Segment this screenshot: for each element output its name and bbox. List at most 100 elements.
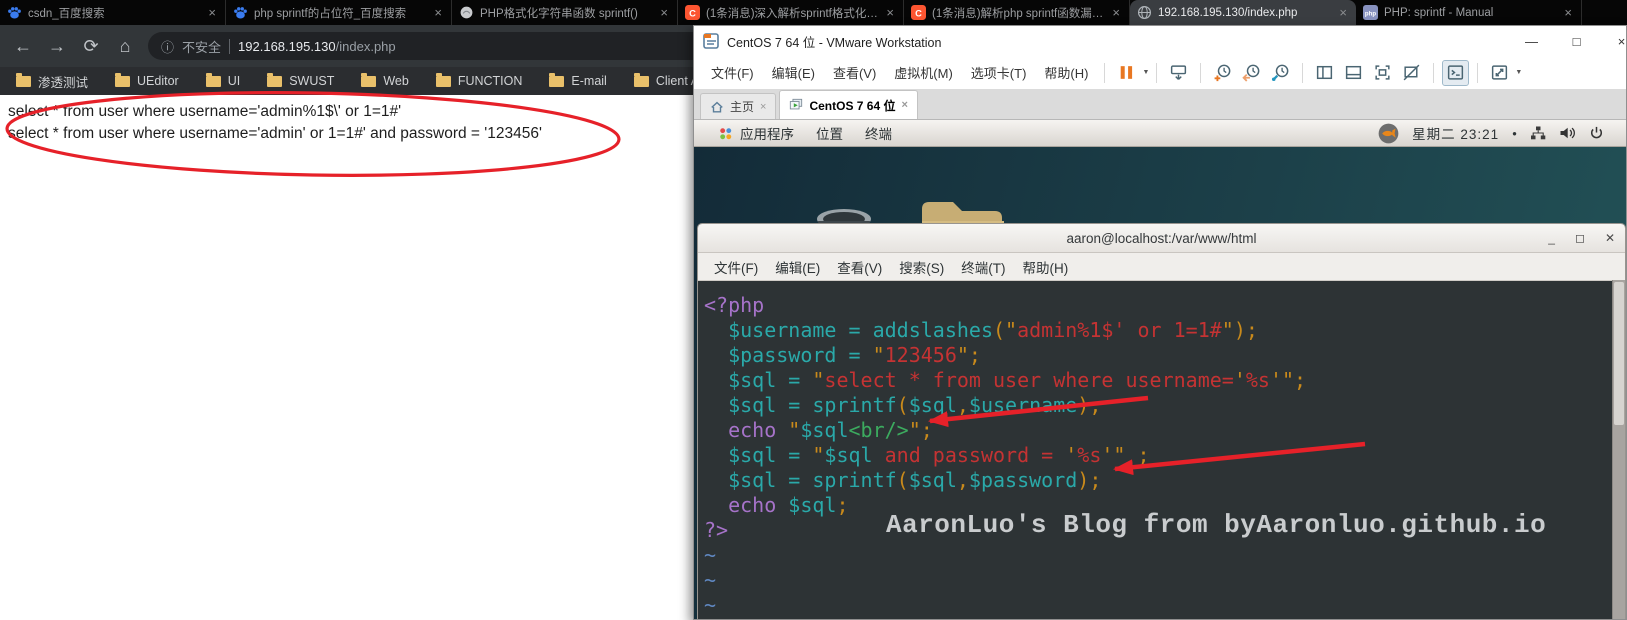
snap-revert-icon[interactable] [1239,61,1264,85]
vmware-tab[interactable]: CentOS 7 64 位 × [779,90,917,119]
vim-watermark: AaronLuo's Blog from byAaronluo.github.i… [886,510,1546,540]
bookmark-item[interactable]: E-mail [549,74,606,88]
gnome-panel-menus: 应用程序 位置 终端 [694,123,892,143]
vmware-close-button[interactable]: × [1599,26,1627,56]
tab-close-icon[interactable]: × [1337,5,1349,20]
bookmark-item[interactable]: 渗透测试 [16,72,88,91]
bookmark-label: Web [383,74,408,88]
browser-tab[interactable]: csdn_百度搜索 × [0,0,226,25]
browser-tab[interactable]: phpPHP: sprintf - Manual× [1356,0,1582,25]
vmware-window: CentOS 7 64 位 - VMware Workstation —□× 文… [693,25,1627,620]
power-icon[interactable] [1589,125,1604,141]
tab-close-icon[interactable]: × [760,101,766,113]
vmware-menubar: 文件(F)编辑(E)查看(V)虚拟机(M)选项卡(T)帮助(H) ▼ ▼ [694,56,1626,89]
pane-left-icon[interactable] [1312,61,1337,85]
toolbar-separator [1200,63,1201,83]
terminal-content: <?php $username = addslashes("admin%1$' … [698,280,1613,619]
vim-tilde: ~ [704,568,1613,593]
browser-tab[interactable]: PHP格式化字符串函数 sprintf()× [452,0,678,25]
bookmark-item[interactable]: Web [361,74,408,88]
bookmark-item[interactable]: UEditor [115,74,179,88]
tab-close-icon[interactable]: × [206,5,218,20]
terminal-window-controls: _ ◻ ✕ [1548,224,1615,252]
terminal-scrollbar[interactable] [1612,280,1625,619]
tab-close-icon[interactable]: × [1110,5,1122,20]
send-cad-icon[interactable] [1166,61,1191,85]
reload-icon[interactable]: ⟳ [74,36,108,57]
snap-manage-icon[interactable] [1268,61,1293,85]
fish-applet-icon[interactable] [1378,123,1399,144]
terminal-menu-item[interactable]: 帮助(H) [1023,257,1069,277]
toolbar-separator [1302,63,1303,83]
bookmark-folder-icon [267,76,282,87]
tab-close-icon[interactable]: × [658,5,670,20]
forward-icon[interactable]: → [40,36,74,57]
bookmark-item[interactable]: SWUST [267,74,334,88]
terminal-menu-item[interactable]: 搜索(S) [899,257,944,277]
fullscreen-icon[interactable] [1370,61,1395,85]
notification-dot-icon: ● [1512,129,1517,138]
svg-text:C: C [915,8,922,18]
gnome-menu-terminal[interactable]: 终端 [865,123,892,143]
terminal-window: aaron@localhost:/var/www/html _◻✕ 文件(F)编… [697,223,1626,619]
tab-title: csdn_百度搜索 [28,5,200,21]
unity-icon[interactable] [1399,61,1424,85]
browser-tab[interactable]: C(1条消息)解析php sprintf函数漏…× [904,0,1130,25]
dropdown-caret-icon[interactable]: ▼ [1142,69,1149,76]
toolbar-separator [1433,63,1434,83]
code-line: $sql = sprintf($sql,$password); [704,468,1613,493]
vmware-maximize-button[interactable]: □ [1554,26,1599,56]
vmware-menu-item[interactable]: 选项卡(T) [962,59,1036,86]
vmware-tab-label: CentOS 7 64 位 [809,97,895,114]
fit-icon[interactable] [1487,61,1512,85]
browser-tab[interactable]: C(1条消息)深入解析sprintf格式化…× [678,0,904,25]
terminal-titlebar[interactable]: aaron@localhost:/var/www/html _◻✕ [698,224,1625,253]
bookmark-item[interactable]: UI [206,74,241,88]
browser-tab-strip: csdn_百度搜索×php sprintf的占位符_百度搜索×PHP格式化字符串… [0,0,1627,25]
gnome-menu-places[interactable]: 位置 [816,123,843,143]
tab-close-icon[interactable]: × [884,5,896,20]
vmware-menu-item[interactable]: 查看(V) [824,59,885,86]
snap-take-icon[interactable] [1210,61,1235,85]
bookmark-folder-icon [634,76,649,87]
tab-close-icon[interactable]: × [901,99,907,111]
browser-nav-buttons: ←→⟳⌂ [0,36,142,57]
console-icon[interactable] [1443,61,1468,85]
panel-clock[interactable]: 星期二 23:21 [1412,123,1499,143]
bookmark-item[interactable]: FUNCTION [436,74,523,88]
vmware-menu-item[interactable]: 编辑(E) [763,59,824,86]
vmware-menu-item[interactable]: 帮助(H) [1035,59,1097,86]
vmware-minimize-button[interactable]: — [1509,26,1554,56]
code-line: $sql = "$sql and password = '%s'" ; [704,443,1613,468]
browser-tab[interactable]: 192.168.195.130/index.php× [1130,0,1356,25]
bookmark-folder-icon [549,76,564,87]
dropdown-caret-icon[interactable]: ▼ [1515,69,1522,76]
toolbar-separator [1477,63,1478,83]
terminal-maximize-button[interactable]: ◻ [1575,231,1585,245]
pane-bottom-icon[interactable] [1341,61,1366,85]
browser-tab[interactable]: php sprintf的占位符_百度搜索× [226,0,452,25]
vmware-menu-item[interactable]: 文件(F) [702,59,763,86]
home-icon[interactable]: ⌂ [108,36,142,57]
terminal-menu-item[interactable]: 查看(V) [837,257,882,277]
site-info-icon[interactable]: ⓘ [161,37,174,56]
tab-close-icon[interactable]: × [1562,5,1574,20]
vmware-tab[interactable]: 主页× [700,93,776,119]
baidu-favicon [233,5,248,20]
back-icon[interactable]: ← [6,36,40,57]
vmware-titlebar[interactable]: CentOS 7 64 位 - VMware Workstation —□× [694,26,1626,56]
tab-close-icon[interactable]: × [432,5,444,20]
terminal-menu-item[interactable]: 编辑(E) [775,257,820,277]
svg-text:C: C [689,8,696,18]
gnome-menu-applications[interactable]: 应用程序 [718,123,794,143]
terminal-menu-item[interactable]: 终端(T) [961,257,1005,277]
vmware-menu-item[interactable]: 虚拟机(M) [885,59,962,86]
pause-icon[interactable] [1114,61,1139,85]
terminal-menu-item[interactable]: 文件(F) [714,257,758,277]
network-icon[interactable] [1530,125,1546,141]
terminal-close-button[interactable]: ✕ [1605,231,1615,245]
code-line: $username = addslashes("admin%1$' or 1=1… [704,318,1613,343]
terminal-minimize-button[interactable]: _ [1548,231,1555,245]
volume-icon[interactable] [1559,125,1576,141]
url-text[interactable]: 192.168.195.130/index.php [238,39,396,54]
